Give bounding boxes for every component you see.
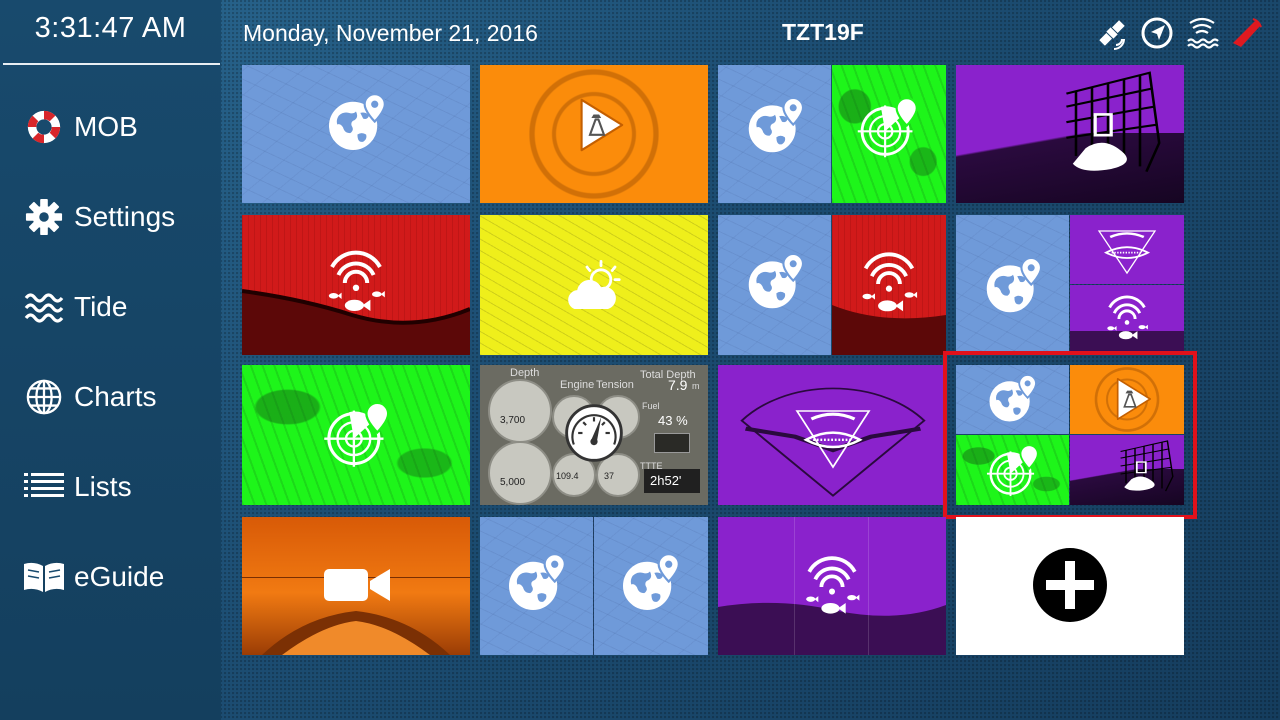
gauge-dial xyxy=(488,379,552,443)
menu-item-label: Tide xyxy=(74,291,128,322)
depth-value: 7.9 xyxy=(668,377,688,393)
menu-item-label: Charts xyxy=(74,381,157,412)
fishfinder-pane xyxy=(832,215,946,355)
chart-icon xyxy=(978,251,1048,321)
globe-icon xyxy=(22,375,66,419)
tile-3d-sonar[interactable] xyxy=(956,65,1184,203)
chart-icon xyxy=(500,547,572,619)
menu-item-lists[interactable]: Lists xyxy=(22,465,132,509)
gauge-reading: 5,000 xyxy=(500,477,526,488)
depth-unit: m xyxy=(692,381,700,391)
gauge-dial xyxy=(488,441,552,505)
menu-item-settings[interactable]: Settings xyxy=(22,195,175,239)
chart-pane xyxy=(594,517,708,655)
chart-icon xyxy=(740,91,810,161)
sidebar: 3:31:47 AM MOB Settings Tide Charts List… xyxy=(0,0,221,720)
menu-item-mob[interactable]: MOB xyxy=(22,105,138,149)
tile-camera[interactable] xyxy=(242,517,470,655)
chart-pane xyxy=(480,517,593,655)
boat-bow xyxy=(262,611,450,655)
menu-item-label: Settings xyxy=(74,201,176,232)
gauge-label: Engine xyxy=(560,379,595,391)
radar-icon xyxy=(318,395,396,473)
tile-multibeam[interactable] xyxy=(718,365,946,505)
tile-radar[interactable] xyxy=(242,365,470,505)
sonar-status-icon xyxy=(1187,17,1219,49)
satellite-icon xyxy=(1099,20,1125,50)
chart-icon xyxy=(320,87,392,159)
radar-icon xyxy=(852,91,924,163)
chart-pane xyxy=(956,215,1069,355)
tile-weather[interactable] xyxy=(480,215,708,355)
tile-fishfinder[interactable] xyxy=(242,215,470,355)
lifebuoy-icon xyxy=(22,105,66,149)
multibeam-icon xyxy=(788,395,878,475)
menu-item-label: eGuide xyxy=(74,561,165,592)
fishfinder-icon xyxy=(1098,289,1156,349)
multibeam-icon xyxy=(1092,219,1162,279)
fishfinder-pane xyxy=(1070,285,1184,355)
tile-chart-multibeam-fish[interactable] xyxy=(956,215,1184,355)
tile-add[interactable] xyxy=(956,517,1184,655)
boat-status-icon xyxy=(1233,18,1262,47)
play-icon xyxy=(562,87,632,163)
divider xyxy=(3,63,220,65)
fuel-bar xyxy=(654,433,690,453)
weather-icon xyxy=(556,253,632,323)
tile-ais[interactable] xyxy=(480,65,708,203)
fuel-label: Fuel xyxy=(642,401,660,411)
chart-pane xyxy=(718,215,831,355)
tile-chart-fishfinder[interactable] xyxy=(718,215,946,355)
menu-item-label: Lists xyxy=(74,471,132,502)
date-display: Monday, November 21, 2016 xyxy=(243,20,538,46)
3d-sonar-icon xyxy=(1012,65,1172,195)
gauge-reading: 109.4 xyxy=(556,471,579,481)
book-icon xyxy=(22,555,66,599)
navigation-arrow-icon xyxy=(1141,17,1173,49)
tile-fishfinder-purple[interactable] xyxy=(718,517,946,655)
chart-icon xyxy=(614,547,686,619)
gauge-icon xyxy=(558,397,630,469)
radar-pane xyxy=(832,65,946,203)
gauge-label: Depth xyxy=(510,367,540,379)
menu-item-eguide[interactable]: eGuide xyxy=(22,555,164,599)
gear-icon xyxy=(22,195,66,239)
menu-item-tide[interactable]: Tide xyxy=(22,285,127,329)
chart-icon xyxy=(740,247,810,317)
tile-chart[interactable] xyxy=(242,65,470,203)
chart-pane xyxy=(718,65,831,203)
fuel-percent: 43 % xyxy=(658,413,688,428)
tile-chart-radar[interactable] xyxy=(718,65,946,203)
gauge-reading: 3,700 xyxy=(500,415,526,426)
menu-item-label: MOB xyxy=(74,111,138,142)
multibeam-pane xyxy=(1070,215,1184,284)
menu-item-charts[interactable]: Charts xyxy=(22,375,156,419)
device-model: TZT19F xyxy=(782,19,864,45)
video-camera-icon xyxy=(324,569,390,601)
clock: 3:31:47 AM xyxy=(34,12,187,44)
gauge-label: Tension xyxy=(596,379,634,391)
list-icon xyxy=(22,465,66,509)
time-to-empty: 2h52' xyxy=(650,473,682,488)
waves-icon xyxy=(22,285,66,329)
tile-chart-chart[interactable] xyxy=(480,517,708,655)
gauge-reading: 37 xyxy=(604,471,615,481)
selection-highlight xyxy=(943,351,1197,519)
fishfinder-icon xyxy=(850,245,928,323)
plus-icon xyxy=(1033,548,1107,622)
fishfinder-icon xyxy=(794,549,870,625)
tile-instruments[interactable]: Depth Engine Tension Total Depth 3,700 5… xyxy=(480,365,708,505)
fishfinder-icon xyxy=(316,243,396,323)
